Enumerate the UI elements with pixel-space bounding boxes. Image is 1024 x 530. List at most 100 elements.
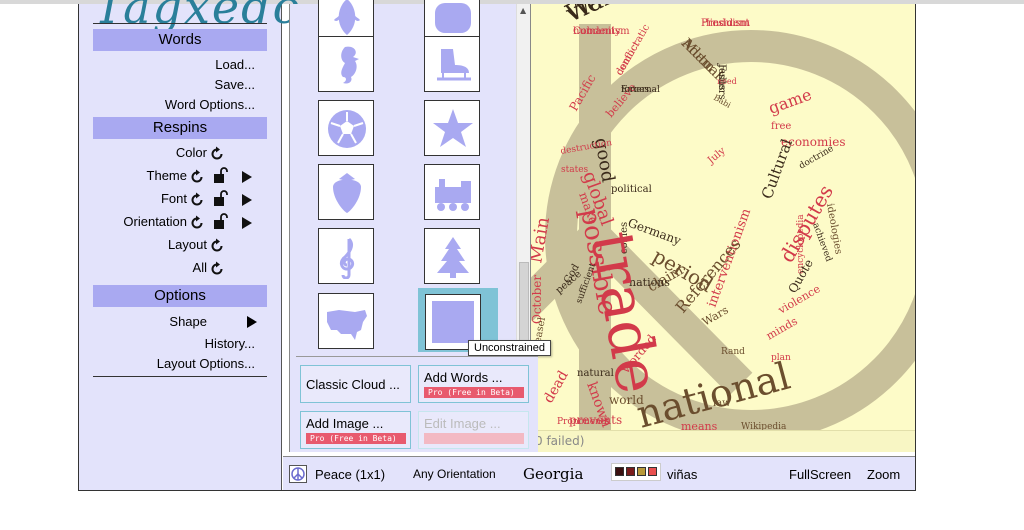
shape-seahorse-button[interactable] <box>318 36 374 92</box>
shape-actions: Classic Cloud ... Add Words ... Pro (Fre… <box>296 356 538 452</box>
history-menu-item[interactable]: History... <box>205 336 255 351</box>
unlock-icon[interactable] <box>213 213 229 230</box>
cloud-word[interactable]: President <box>701 18 750 29</box>
respin-label: Layout <box>167 237 207 252</box>
zoom-button[interactable]: Zoom <box>867 467 900 482</box>
play-arrow-icon[interactable] <box>239 169 255 185</box>
respin-icon[interactable] <box>209 146 225 162</box>
treble-clef-icon <box>339 237 355 279</box>
respin-font[interactable]: Font <box>79 190 259 209</box>
classic-cloud-button[interactable]: Classic Cloud ... <box>300 365 411 403</box>
strawberry-icon <box>333 173 361 213</box>
shape-tooltip: Unconstrained <box>468 340 551 356</box>
divider <box>93 23 267 24</box>
cloud-word[interactable]: dead <box>541 368 572 406</box>
cloud-word[interactable]: Cultural <box>758 136 796 201</box>
shape-option[interactable]: Shape <box>79 314 259 332</box>
cloud-word[interactable]: political <box>611 184 652 195</box>
divider <box>93 376 267 377</box>
fullscreen-button[interactable]: FullScreen <box>789 467 851 482</box>
skate-icon <box>437 49 471 81</box>
cloud-word[interactable]: Proponents <box>557 417 609 427</box>
cloud-word[interactable]: states <box>561 165 589 175</box>
respin-label: Orientation <box>123 214 187 229</box>
pro-badge: Pro (Free in Beta) <box>424 433 524 444</box>
status-bar: 0 failed) <box>531 430 915 452</box>
soccer-ball-icon <box>328 110 366 148</box>
cloud-word[interactable]: plan <box>771 353 791 363</box>
status-text: 0 failed) <box>535 434 585 448</box>
cloud-word[interactable]: minds <box>764 314 800 342</box>
respin-label: Theme <box>146 168 187 183</box>
cloud-word[interactable]: free <box>771 121 791 132</box>
respin-layout[interactable]: Layout <box>79 237 259 255</box>
theme-name[interactable]: viñas <box>667 467 697 482</box>
layout-options-menu-item[interactable]: Layout Options... <box>157 356 255 371</box>
respin-theme[interactable]: Theme <box>79 167 259 186</box>
theme-swatch <box>648 467 657 476</box>
orientation-value[interactable]: Any Orientation <box>413 467 496 481</box>
leaf-icon <box>333 0 361 39</box>
add-image-button[interactable]: Add Image ... Pro (Free in Beta) <box>300 411 411 449</box>
shape-tree-button[interactable] <box>424 228 480 284</box>
font-value[interactable]: Georgia <box>523 465 583 483</box>
shape-skate-button[interactable] <box>424 36 480 92</box>
cloud-word[interactable]: Fullers <box>716 64 727 100</box>
play-arrow-icon[interactable] <box>239 192 255 208</box>
respin-label: Font <box>160 191 187 206</box>
peace-shape-icon[interactable] <box>289 465 307 486</box>
add-words-label: Add Words ... <box>424 370 503 385</box>
classic-cloud-label: Classic Cloud ... <box>306 377 400 392</box>
cloud-word[interactable]: forces <box>621 85 649 95</box>
shape-scrollbar[interactable]: ▲ <box>516 4 530 352</box>
unlock-icon[interactable] <box>213 167 229 184</box>
theme-swatch <box>637 467 646 476</box>
theme-swatch <box>626 467 635 476</box>
cloud-word[interactable]: Rand <box>721 347 745 357</box>
add-words-button[interactable]: Add Words ... Pro (Free in Beta) <box>418 365 529 403</box>
pro-badge: Pro (Free in Beta) <box>424 387 524 398</box>
shape-treble-clef-button[interactable] <box>318 228 374 284</box>
respin-label: All <box>192 260 207 275</box>
bottom-toolbar: Peace (1x1) Any Orientation Georgia viña… <box>283 456 915 490</box>
shape-star-button[interactable] <box>424 100 480 156</box>
save-menu-item[interactable]: Save... <box>215 77 255 92</box>
word-options-menu-item[interactable]: Word Options... <box>165 97 255 112</box>
train-icon <box>435 179 471 211</box>
blob-icon <box>435 3 471 33</box>
theme-swatches[interactable] <box>611 463 661 481</box>
cloud-word[interactable]: law <box>713 398 731 409</box>
respin-orientation[interactable]: Orientation <box>79 213 259 232</box>
respin-icon[interactable] <box>189 169 205 185</box>
seahorse-icon <box>341 46 359 84</box>
usa-icon <box>327 310 367 340</box>
shape-train-button[interactable] <box>424 164 480 220</box>
load-menu-item[interactable]: Load... <box>215 57 255 72</box>
respin-icon[interactable] <box>189 215 205 231</box>
shape-usa-button[interactable] <box>318 293 374 349</box>
scroll-up-icon[interactable]: ▲ <box>520 6 526 15</box>
edit-image-button[interactable]: Edit Image ... Pro (Free in Beta) <box>418 411 529 449</box>
cloud-word[interactable]: game <box>766 85 814 118</box>
cloud-word[interactable]: humanity <box>573 26 621 37</box>
shape-name[interactable]: Peace (1x1) <box>315 467 385 482</box>
respin-icon[interactable] <box>209 238 225 254</box>
respin-all[interactable]: All <box>79 260 259 278</box>
shape-strawberry-button[interactable] <box>318 164 374 220</box>
scroll-thumb[interactable] <box>519 262 529 348</box>
play-arrow-icon[interactable] <box>245 314 259 330</box>
word-cloud-canvas[interactable]: War Hinduism Mutual Cobdenism democratic Exte… <box>531 4 915 452</box>
respin-label: Color <box>175 145 207 160</box>
respin-icon[interactable] <box>209 261 225 277</box>
peace-word-cloud: War HinduismMutualCobdenismdemocraticExte… <box>531 4 915 452</box>
unlock-icon[interactable] <box>213 190 229 207</box>
respin-icon[interactable] <box>189 192 205 208</box>
main-area: War Hinduism Mutual Cobdenism democratic Exte… <box>283 0 915 490</box>
add-image-label: Add Image ... <box>306 416 384 431</box>
respin-color[interactable]: Color <box>79 145 259 163</box>
shape-soccer-ball-button[interactable] <box>318 100 374 156</box>
star-icon <box>433 109 473 147</box>
play-arrow-icon[interactable] <box>239 215 255 231</box>
words-header: Words <box>93 29 267 51</box>
cloud-word[interactable]: July <box>705 145 728 167</box>
